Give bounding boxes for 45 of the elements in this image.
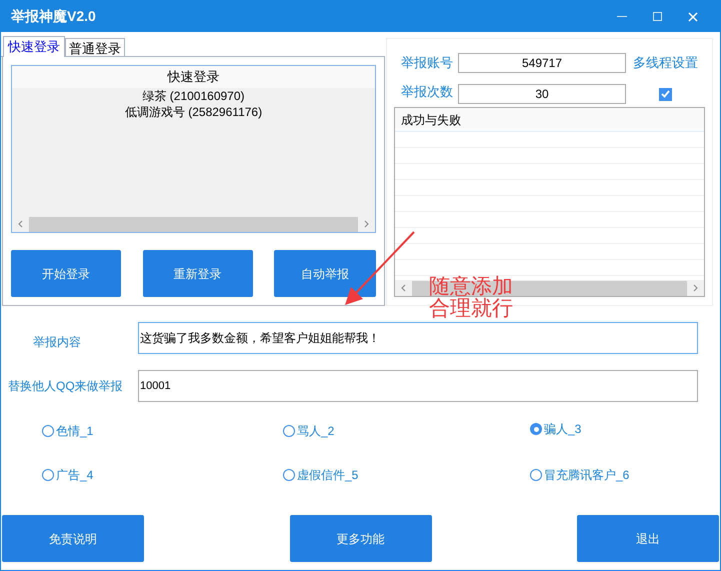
action-button[interactable]: 自动举报 [274, 250, 376, 297]
radio-option[interactable]: 广告_4 [42, 466, 283, 484]
input-field[interactable]: 549717 [458, 53, 626, 73]
tab[interactable]: 快速登录 [3, 36, 65, 57]
action-button[interactable]: 重新登录 [142, 250, 252, 297]
minimize-icon[interactable] [617, 16, 627, 18]
close-icon[interactable] [688, 12, 698, 22]
action-button[interactable]: 退出 [577, 515, 719, 562]
input-field[interactable]: 10001 [138, 370, 698, 402]
input-field[interactable]: 30 [458, 84, 626, 104]
radio-option[interactable]: 虚假信件_5 [283, 466, 530, 484]
radio-button[interactable] [530, 469, 542, 481]
maximize-icon[interactable] [653, 12, 662, 21]
window-title: 举报神魔V2.0 [11, 7, 96, 26]
scrollbar-thumb[interactable] [29, 216, 358, 232]
action-button[interactable]: 更多功能 [290, 515, 432, 562]
radio-option[interactable]: 色情_1 [42, 422, 283, 440]
scroll-right-icon[interactable] [693, 284, 698, 292]
list-header: 快速登录 [12, 66, 375, 88]
annotation-text: 合理就行 [429, 298, 513, 320]
field-label: 举报账号 [400, 54, 454, 72]
field-label: 举报内容 [32, 334, 82, 351]
tab[interactable]: 普通登录 [65, 38, 125, 56]
annotation-text: 随意添加 [429, 276, 513, 298]
input-field[interactable]: 这货骗了我多数金额，希望客户姐姐能帮我！ [138, 322, 698, 354]
action-button[interactable]: 开始登录 [11, 250, 121, 297]
field-label: 替换他人QQ来做举报 [8, 378, 124, 395]
field-label: 举报次数 [400, 83, 454, 102]
radio-option[interactable]: 骂人_2 [283, 422, 530, 440]
account-item[interactable]: 低调游戏号 (2582961176) [124, 104, 262, 120]
list-header: 成功与失败 [395, 108, 704, 132]
radio-button[interactable] [42, 425, 54, 437]
radio-button[interactable] [42, 469, 54, 481]
scroll-left-icon[interactable] [401, 284, 406, 292]
settings-link[interactable]: 多线程设置 [633, 53, 698, 73]
action-button[interactable]: 免责说明 [2, 515, 144, 562]
scroll-right-icon[interactable] [364, 220, 369, 228]
checkbox[interactable] [659, 88, 672, 100]
scroll-left-icon[interactable] [18, 220, 23, 228]
radio-option[interactable]: 骗人_3 [530, 418, 713, 440]
radio-button[interactable] [283, 469, 295, 481]
radio-button[interactable] [530, 423, 542, 435]
radio-button[interactable] [283, 425, 295, 437]
account-item[interactable]: 绿茶 (2100160970) [142, 88, 245, 104]
radio-option[interactable]: 冒充腾讯客户_6 [530, 466, 713, 484]
